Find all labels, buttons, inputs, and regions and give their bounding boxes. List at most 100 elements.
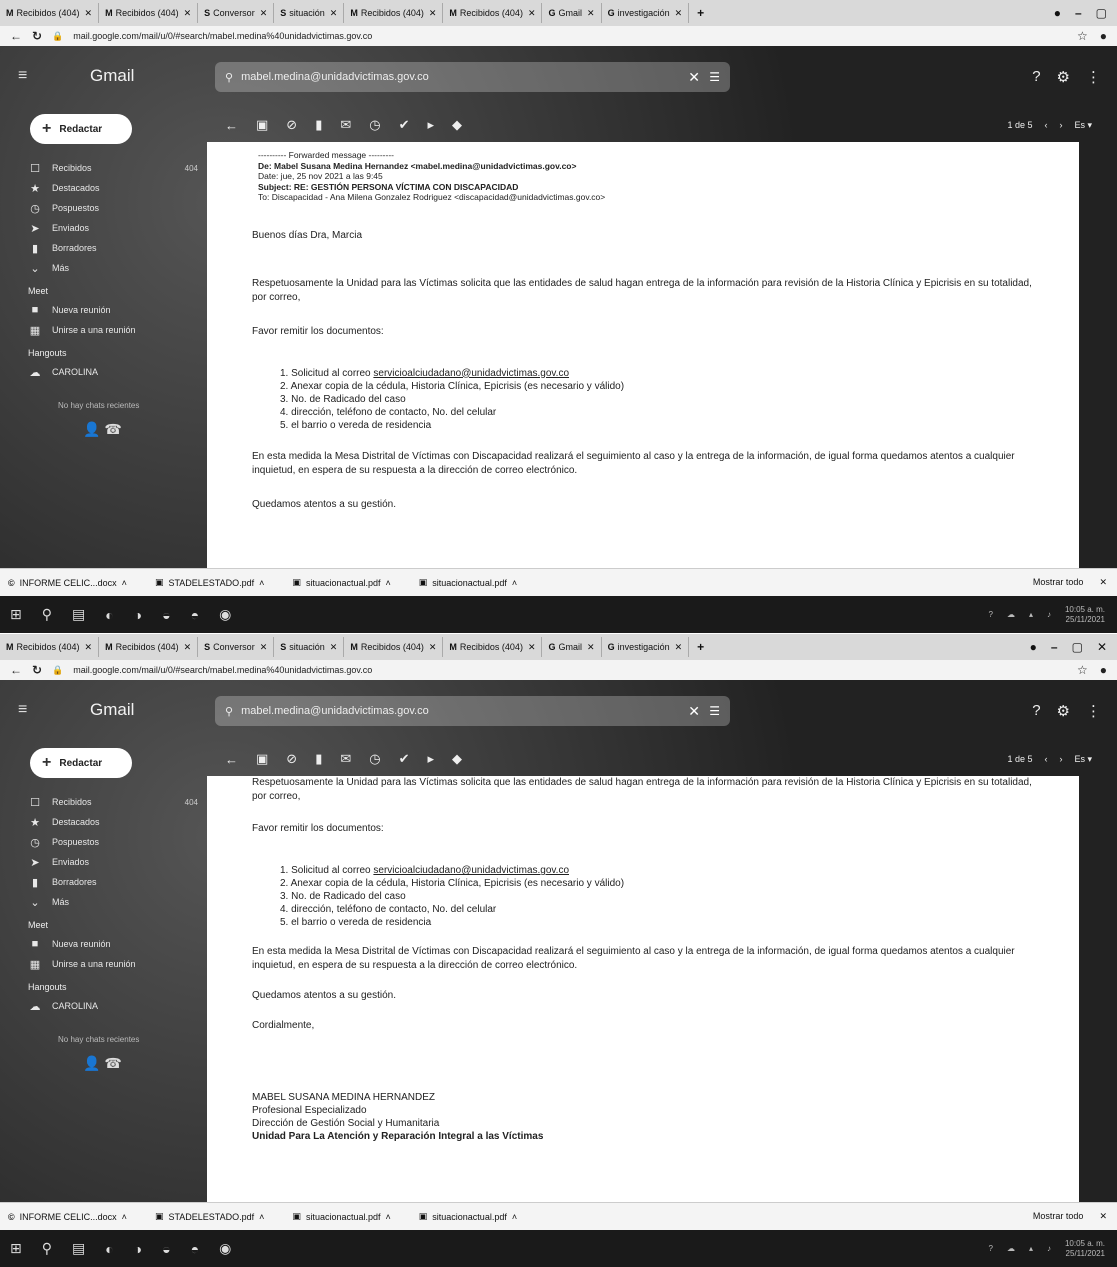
clear-search-icon[interactable]: ✕ — [688, 69, 700, 86]
close-icon[interactable]: ✕ — [330, 8, 338, 19]
browser-tab[interactable]: S Conversor ✕ — [198, 637, 275, 657]
report-spam-icon[interactable]: ⊘ — [286, 117, 297, 133]
close-icon[interactable]: ✕ — [184, 642, 192, 653]
chevron-up-icon[interactable]: ˄ — [259, 1212, 264, 1222]
chrome-icon[interactable]: ◉ — [219, 606, 231, 623]
close-icon[interactable]: ✕ — [260, 642, 268, 653]
search-input[interactable]: ⚲ mabel.medina@unidadvictimas.gov.co ✕ ☰ — [215, 696, 730, 726]
sidebar-item-starred[interactable]: ★ Destacados — [28, 178, 198, 198]
show-all-button[interactable]: Mostrar todo — [1033, 577, 1084, 588]
label-icon[interactable]: ◆ — [452, 117, 462, 133]
search-icon[interactable]: ⚲ — [42, 606, 52, 623]
minimize-icon[interactable]: – — [1051, 640, 1058, 654]
browser-tab[interactable]: M Recibidos (404) ✕ — [344, 3, 444, 23]
gmail-logo[interactable]: Gmail — [90, 700, 134, 720]
search-icon[interactable]: ⚲ — [225, 705, 233, 718]
gmail-logo[interactable]: Gmail — [90, 66, 134, 86]
download-item[interactable]: ▣ situacionactual.pdf ˄ — [292, 1211, 390, 1222]
close-icon[interactable]: ✕ — [85, 642, 93, 653]
download-item[interactable]: © INFORME CELIC...docx ˄ — [8, 578, 127, 588]
windows-start-icon[interactable]: ⊞ — [10, 1240, 22, 1257]
network-icon[interactable]: ▴ — [1029, 610, 1033, 619]
browser-tab[interactable]: Ssituación ✕ — [274, 3, 345, 23]
next-icon[interactable]: › — [1059, 120, 1062, 130]
show-all-button[interactable]: Mostrar todo — [1033, 1211, 1084, 1222]
main-menu-icon[interactable]: ≡ — [18, 702, 34, 718]
star-icon[interactable]: ☆ — [1077, 663, 1088, 677]
close-icon[interactable]: ✕ — [184, 8, 192, 19]
hangouts-footer-icons[interactable]: 👤 ☎ — [28, 421, 198, 438]
sidebar-item-drafts[interactable]: ▮ Borradores — [28, 238, 198, 258]
browser-tab[interactable]: M Recibidos (404) ✕ — [0, 637, 100, 657]
maximize-icon[interactable]: ▢ — [1096, 6, 1107, 20]
settings-icon[interactable]: ⚙ — [1057, 68, 1070, 86]
mark-unread-icon[interactable]: ✉ — [340, 117, 351, 133]
profile-icon[interactable]: ● — [1030, 640, 1037, 654]
back-icon[interactable]: ← — [10, 663, 22, 677]
browser-tab[interactable]: M Recibidos (404) ✕ — [99, 637, 199, 657]
sidebar-item-inbox[interactable]: ☐ Recibidos 404 — [28, 792, 198, 812]
archive-icon[interactable]: ▣ — [256, 751, 268, 767]
browser-tab[interactable]: M Recibidos (404) ✕ — [443, 637, 543, 657]
reload-icon[interactable]: ↻ — [32, 663, 42, 677]
main-menu-icon[interactable]: ≡ — [18, 68, 34, 84]
close-icon[interactable]: ✕ — [528, 642, 536, 653]
chrome-icon[interactable]: ◉ — [219, 1240, 231, 1257]
delete-icon[interactable]: ▮ — [315, 751, 322, 767]
email-link[interactable]: servicioalciudadano@unidadvictimas.gov.c… — [373, 368, 569, 379]
sidebar-item-sent[interactable]: ➤ Enviados — [28, 218, 198, 238]
download-item[interactable]: ▣ situacionactual.pdf ˄ — [419, 577, 517, 588]
hangouts-footer-icons[interactable]: 👤 ☎ — [28, 1055, 198, 1072]
url-text[interactable]: mail.google.com/mail/u/0/#search/mabel.m… — [73, 665, 372, 675]
account-icon[interactable]: ● — [1100, 663, 1107, 677]
help-icon[interactable]: ? — [1032, 68, 1040, 86]
close-icon[interactable]: ✕ — [528, 8, 536, 19]
browser-tab[interactable]: S Conversor ✕ — [198, 3, 275, 23]
browser-tab[interactable]: M Recibidos (404) ✕ — [0, 3, 100, 23]
download-item[interactable]: ▣ STADELESTADO.pdf ˄ — [155, 577, 264, 588]
prev-icon[interactable]: ‹ — [1044, 120, 1047, 130]
meet-join-meeting[interactable]: ▦ Unirse a una reunión — [28, 954, 198, 974]
app-icon[interactable]: ◑ — [134, 1241, 142, 1257]
chevron-up-icon[interactable]: ˄ — [122, 578, 127, 588]
move-to-icon[interactable]: ▸ — [428, 751, 435, 767]
search-options-icon[interactable]: ☰ — [709, 70, 720, 84]
volume-icon[interactable]: ♪ — [1047, 610, 1051, 619]
close-icon[interactable]: ✕ — [1099, 577, 1107, 588]
add-task-icon[interactable]: ✔ — [399, 117, 410, 133]
close-icon[interactable]: ✕ — [429, 642, 437, 653]
input-tools-icon[interactable]: Es ▾ — [1074, 754, 1092, 765]
search-icon[interactable]: ⚲ — [42, 1240, 52, 1257]
close-icon[interactable]: ✕ — [587, 642, 595, 653]
close-icon[interactable]: ✕ — [587, 8, 595, 19]
archive-icon[interactable]: ▣ — [256, 117, 268, 133]
input-tools-icon[interactable]: Es ▾ — [1074, 120, 1092, 131]
back-icon[interactable]: ← — [10, 29, 22, 43]
back-to-list-icon[interactable]: ← — [225, 118, 238, 133]
meet-new-meeting[interactable]: ■ Nueva reunión — [28, 300, 198, 320]
close-icon[interactable]: ✕ — [260, 8, 268, 19]
add-task-icon[interactable]: ✔ — [399, 751, 410, 767]
new-tab-icon[interactable]: + — [689, 640, 712, 654]
snooze-icon[interactable]: ◷ — [369, 117, 380, 133]
app-icon[interactable]: ◒ — [162, 1241, 170, 1257]
chevron-up-icon[interactable]: ˄ — [259, 578, 264, 588]
close-icon[interactable]: ✕ — [1099, 1211, 1107, 1222]
url-text[interactable]: mail.google.com/mail/u/0/#search/mabel.m… — [73, 31, 372, 41]
browser-tab[interactable]: G Gmail ✕ — [542, 3, 602, 23]
close-icon[interactable]: ✕ — [330, 642, 338, 653]
browser-tab[interactable]: Ssituación ✕ — [274, 637, 345, 657]
chevron-up-icon[interactable]: ˄ — [386, 578, 391, 588]
network-icon[interactable]: ▴ — [1029, 1244, 1033, 1253]
email-link[interactable]: servicioalciudadano@unidadvictimas.gov.c… — [373, 865, 569, 876]
browser-tab[interactable]: Ginvestigación ✕ — [602, 637, 690, 657]
maximize-icon[interactable]: ▢ — [1072, 640, 1083, 654]
file-explorer-icon[interactable]: ▤ — [72, 606, 85, 623]
download-item[interactable]: ▣ situacionactual.pdf ˄ — [292, 577, 390, 588]
next-icon[interactable]: › — [1059, 754, 1062, 764]
chevron-up-icon[interactable]: ˄ — [512, 578, 517, 588]
compose-button[interactable]: + Redactar — [30, 748, 132, 778]
chevron-up-icon[interactable]: ˄ — [122, 1212, 127, 1222]
sidebar-item-more[interactable]: ⌄ Más — [28, 258, 198, 278]
app-icon[interactable]: ◓ — [191, 607, 199, 623]
